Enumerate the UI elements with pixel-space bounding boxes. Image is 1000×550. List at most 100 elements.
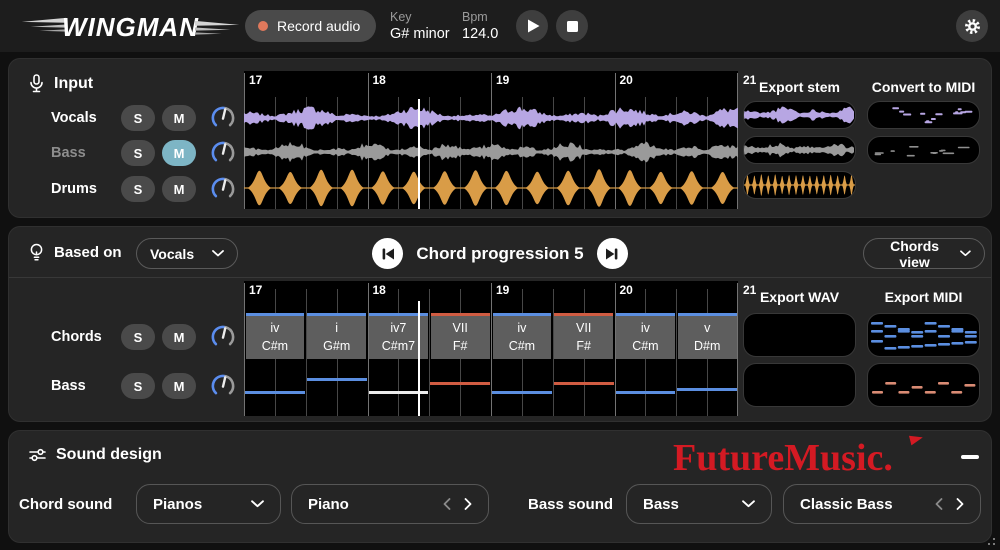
header-divider (9, 277, 991, 278)
solo-button-prog-bass[interactable]: S (121, 373, 155, 399)
track-row-chords: Chords S M (51, 323, 236, 351)
track-row-bass: Bass S M (51, 139, 236, 167)
chord-name: G#m (323, 338, 351, 353)
playhead (417, 99, 421, 209)
bass-note (677, 387, 738, 391)
chevron-down-icon (251, 500, 264, 508)
mute-button-chords[interactable]: M (162, 324, 196, 350)
solo-button-vocals[interactable]: S (121, 105, 155, 131)
convert-midi-vocals-button[interactable] (867, 101, 980, 129)
chevron-left-icon (935, 498, 943, 510)
chord-category-dropdown[interactable]: Pianos (136, 484, 281, 524)
input-waveform-area[interactable]: 17 18 19 20 21 (244, 71, 756, 209)
bar-line (737, 283, 738, 416)
bass-category-dropdown[interactable]: Bass (626, 484, 772, 524)
export-midi-bass-button[interactable] (867, 363, 980, 407)
playhead (417, 301, 421, 416)
bass-note (245, 390, 305, 394)
play-icon (527, 19, 539, 33)
progression-nav: Chord progression 5 (9, 238, 991, 269)
skip-forward-icon (606, 248, 618, 259)
bar-number: 21 (743, 283, 757, 297)
resize-grip[interactable] (993, 543, 995, 545)
skip-back-icon (382, 248, 394, 259)
chord-block[interactable]: VII F# (430, 313, 490, 359)
chord-name: F# (452, 338, 468, 353)
track-row-prog-bass: Bass S M (51, 372, 236, 400)
logo-wing-right-icon (194, 17, 241, 39)
collapse-panel-button[interactable] (957, 449, 983, 465)
previous-progression-button[interactable] (372, 238, 404, 269)
bass-category-value: Bass (643, 495, 679, 513)
bass-note (553, 381, 614, 385)
export-wav-chords-button[interactable] (743, 313, 856, 357)
sound-design-panel: Sound design Chord sound Pianos Piano Ba… (8, 430, 992, 543)
chord-roman: iv (640, 321, 650, 335)
convert-midi-header: Convert to MIDI (871, 79, 976, 95)
export-stem-vocals-button[interactable] (743, 101, 856, 129)
chord-preset-selector[interactable]: Piano (291, 484, 489, 524)
chord-roman: iv (270, 321, 280, 335)
play-button[interactable] (516, 10, 548, 42)
progression-panel: Based on Vocals Chord progression 5 Chor… (8, 226, 992, 422)
bass-note (615, 390, 676, 394)
chord-block[interactable]: iv C#m (616, 313, 675, 359)
volume-knob-chords[interactable] (210, 324, 236, 350)
export-stem-header: Export stem (759, 79, 840, 95)
track-label-prog-bass: Bass (51, 378, 86, 394)
chord-roman: iv (517, 321, 527, 335)
record-audio-button[interactable]: Record audio (245, 10, 377, 42)
export-stem-drums-button[interactable] (743, 171, 856, 199)
export-wav-bass-button[interactable] (743, 363, 856, 407)
settings-button[interactable] (956, 10, 988, 42)
convert-midi-bass-button[interactable] (867, 136, 980, 164)
chords-view-dropdown[interactable]: Chords view (863, 238, 985, 270)
solo-button-drums[interactable]: S (121, 176, 155, 202)
chord-block[interactable]: iv C#m (492, 313, 552, 359)
volume-knob-drums[interactable] (210, 176, 236, 202)
volume-knob-vocals[interactable] (210, 105, 236, 131)
mute-button-bass[interactable]: M (162, 140, 196, 166)
bass-note (430, 381, 491, 385)
chord-name: C#m (261, 338, 289, 353)
sliders-icon (29, 448, 46, 462)
volume-knob-bass[interactable] (210, 140, 236, 166)
track-label-drums: Drums (51, 181, 97, 197)
next-progression-button[interactable] (596, 238, 628, 269)
chord-sound-label: Chord sound (19, 496, 113, 513)
chord-block[interactable]: iv C#m (245, 313, 305, 359)
futuremusic-watermark: FutureMusic. (673, 432, 925, 480)
record-audio-label: Record audio (277, 18, 361, 34)
track-row-vocals: Vocals S M (51, 104, 236, 132)
chord-block[interactable]: VII F# (554, 313, 614, 359)
bass-preset-selector[interactable]: Classic Bass (783, 484, 981, 524)
chord-category-value: Pianos (153, 495, 203, 513)
wingman-app: WINGMAN Record audio Key G# minor Bpm 12… (0, 0, 1000, 550)
bar-number: 17 (249, 283, 263, 297)
stop-button[interactable] (556, 10, 588, 42)
mute-button-drums[interactable]: M (162, 176, 196, 202)
mute-button-vocals[interactable]: M (162, 105, 196, 131)
input-title: Input (54, 74, 94, 92)
volume-knob-prog-bass[interactable] (210, 373, 236, 399)
bpm-label: Bpm (462, 10, 488, 24)
chord-roman: VII (452, 321, 468, 335)
chord-name: F# (576, 338, 591, 353)
chord-grid-area[interactable]: 17 18 19 20 21 iv C#m i G#m iv7 C#m7 VII F# iv C#m VII F… (244, 281, 756, 416)
bar-number: 20 (619, 283, 633, 297)
chord-roman: VII (576, 321, 592, 335)
solo-button-chords[interactable]: S (121, 324, 155, 350)
progression-title: Chord progression 5 (416, 243, 584, 263)
solo-button-bass[interactable]: S (121, 140, 155, 166)
bass-note (492, 390, 552, 394)
chord-block[interactable]: i G#m (307, 313, 367, 359)
track-label-vocals: Vocals (51, 110, 97, 126)
export-midi-chords-button[interactable] (867, 313, 980, 357)
mute-button-prog-bass[interactable]: M (162, 373, 196, 399)
chevron-right-icon (464, 498, 472, 510)
bar-number: 18 (372, 73, 386, 87)
bass-note (306, 377, 367, 381)
chord-block[interactable]: v D#m (677, 313, 737, 359)
track-row-drums: Drums S M (51, 175, 236, 203)
export-stem-bass-button[interactable] (743, 136, 856, 164)
